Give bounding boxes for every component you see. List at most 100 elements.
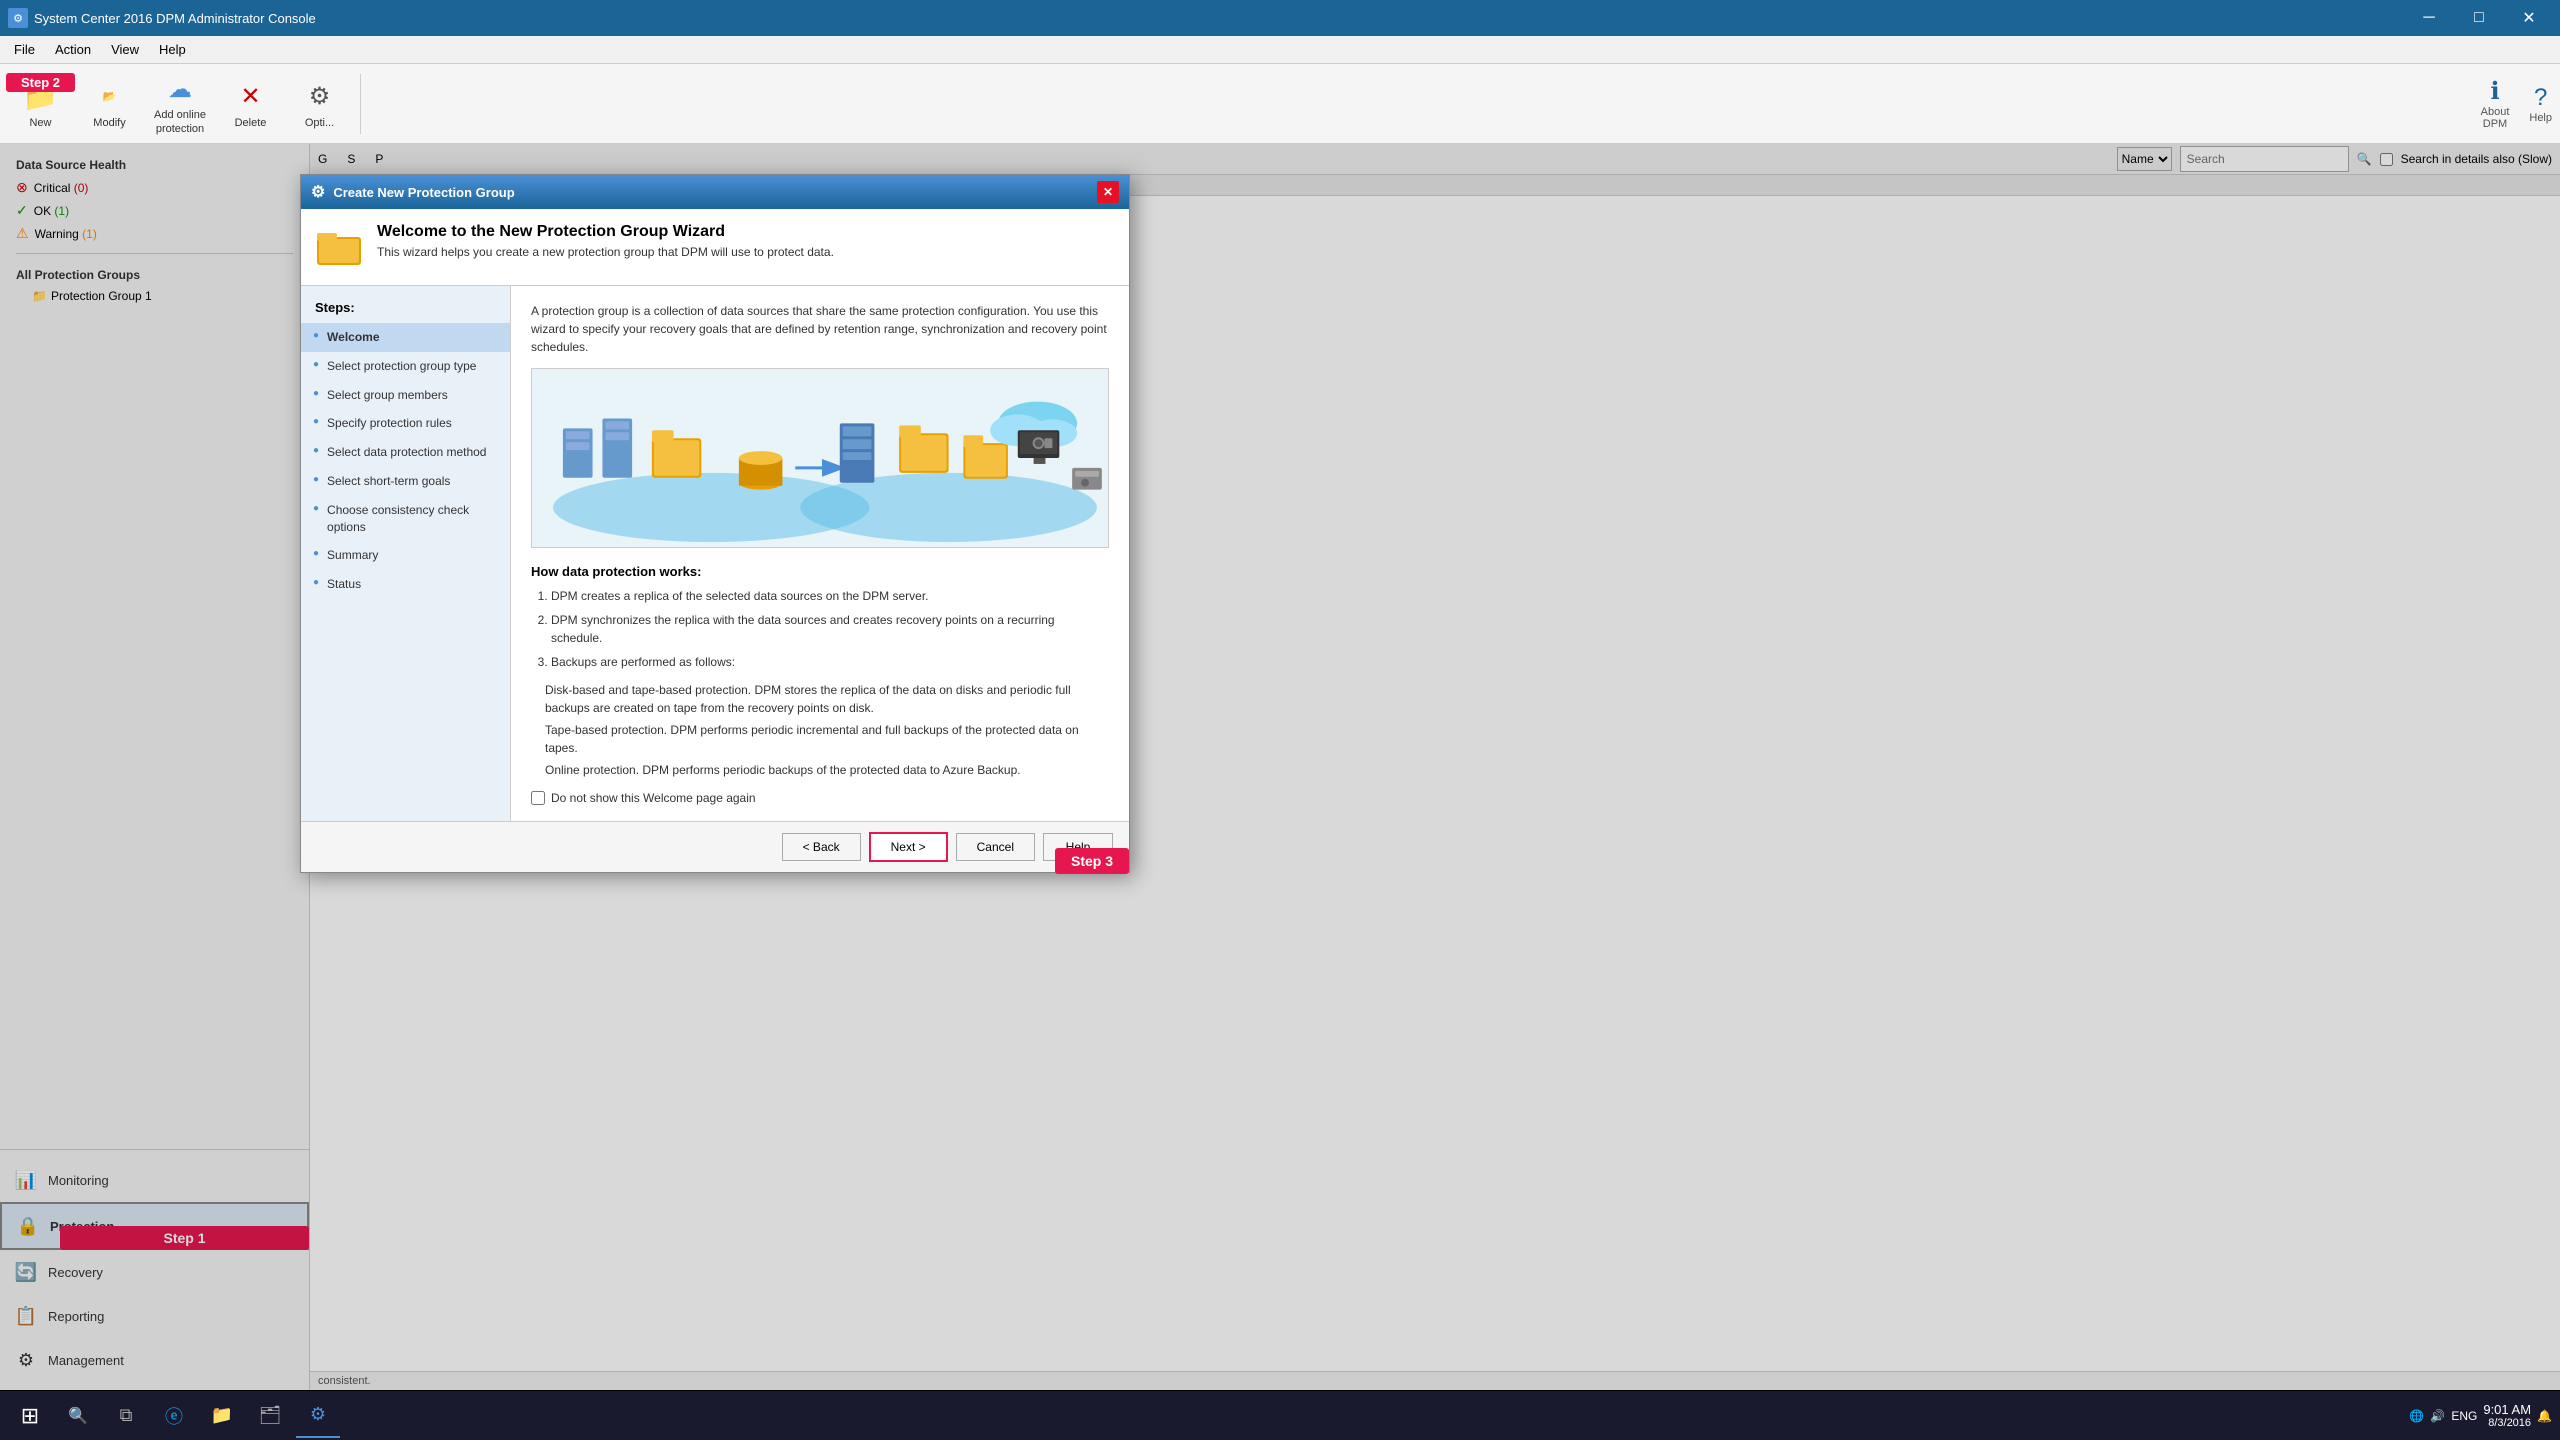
step-select-members[interactable]: ● Select group members [301,381,510,410]
add-online-icon: ☁ [162,71,198,107]
toolbar: 📁 New Step 2 📂 Modify ☁ Add onlineprotec… [0,64,2560,144]
modify-button[interactable]: 📂 Modify [77,75,142,133]
modify-icon: 📂 [92,79,128,115]
create-protection-group-dialog: ⚙ Create New Protection Group ✕ [300,174,1130,873]
taskbar-notification-icon[interactable]: 🔔 [2537,1409,2552,1423]
window-title: System Center 2016 DPM Administrator Con… [34,11,2406,26]
sub-item-2: Tape-based protection. DPM performs peri… [545,721,1109,757]
step2-badge: Step 2 [6,73,75,92]
optimize-icon: ⚙ [302,79,338,115]
taskbar-search-button[interactable]: 🔍 [56,1394,100,1438]
dialog-main-desc: This wizard helps you create a new prote… [377,245,834,259]
add-online-label: Add onlineprotection [154,109,206,135]
taskbar-system-tray: 🌐 🔊 ENG 9:01 AM 8/3/2016 🔔 [2409,1402,2552,1429]
close-button[interactable]: ✕ [2506,0,2552,36]
step-summary[interactable]: ● Summary [301,541,510,570]
no-welcome-checkbox[interactable] [531,791,545,805]
dialog-title-icon: ⚙ [311,182,325,202]
step3-badge: Step 3 [1055,848,1129,874]
delete-button[interactable]: ✕ Delete [218,75,283,133]
step-select-method[interactable]: ● Select data protection method [301,438,510,467]
how-works-list: DPM creates a replica of the selected da… [531,587,1109,671]
step-consistency-bullet: ● [313,503,319,514]
taskbar: ⊞ 🔍 ⧉ ⓔ 📁 🗂 ⚙ 🌐 🔊 ENG 9:01 AM 8/3/2016 🔔 [0,1390,2560,1440]
taskbar-network-icon: 🌐 [2409,1409,2424,1423]
dialog-header-icon [315,223,363,271]
step-select-members-bullet: ● [313,388,319,399]
dialog-title-text: Create New Protection Group [333,185,1097,200]
sub-item-3: Online protection. DPM performs periodic… [545,761,1109,779]
menu-action[interactable]: Action [45,38,101,61]
step-status[interactable]: ● Status [301,570,510,599]
step-specify-rules-bullet: ● [313,416,319,427]
steps-panel: Steps: ● Welcome ● Select protection gro… [301,286,511,821]
step-select-type[interactable]: ● Select protection group type [301,352,510,381]
step-select-type-label: Select protection group type [327,358,498,375]
no-welcome-label: Do not show this Welcome page again [551,791,756,805]
title-bar: ⚙ System Center 2016 DPM Administrator C… [0,0,2560,36]
step-status-label: Status [327,576,498,593]
taskbar-lang: ENG [2451,1409,2477,1423]
how-works-item-3: Backups are performed as follows: [551,653,1109,671]
step-select-method-bullet: ● [313,445,319,456]
taskbar-edge[interactable]: ⓔ [152,1394,196,1438]
step-specify-rules[interactable]: ● Specify protection rules [301,409,510,438]
step-specify-rules-label: Specify protection rules [327,415,498,432]
dialog-overlay: ⚙ Create New Protection Group ✕ [0,144,2560,1390]
app-icon: ⚙ [8,8,28,28]
dialog-close-button[interactable]: ✕ [1097,181,1119,203]
taskbar-time: 9:01 AM 8/3/2016 [2483,1402,2531,1429]
illustration [531,368,1109,548]
content-panel: A protection group is a collection of da… [511,286,1129,821]
menu-help[interactable]: Help [149,38,196,61]
step-welcome-bullet: ● [313,330,319,341]
next-button[interactable]: Next > [869,832,948,862]
step-status-bullet: ● [313,577,319,588]
step-short-term-label: Select short-term goals [327,473,498,490]
window-controls: ─ □ ✕ [2406,0,2552,36]
delete-icon: ✕ [233,79,269,115]
taskbar-dpm-console[interactable]: ⚙ [296,1394,340,1438]
minimize-button[interactable]: ─ [2406,0,2452,36]
dialog-footer: < Back Next > Cancel Help Step 3 [301,821,1129,872]
back-button[interactable]: < Back [782,833,861,861]
start-button[interactable]: ⊞ [8,1394,52,1438]
content-area: Data Source Health ⊗ Critical (0) ✓ OK (… [0,144,2560,1390]
new-btn-wrapper: 📁 New Step 2 [8,75,73,133]
about-dpm[interactable]: ℹ AboutDPM [2481,77,2510,130]
taskbar-file-explorer[interactable]: 📁 [200,1394,244,1438]
taskbar-volume-icon: 🔊 [2430,1409,2445,1423]
how-works-item-1: DPM creates a replica of the selected da… [551,587,1109,605]
optimize-button[interactable]: ⚙ Opti... [287,75,352,133]
dialog-main-title: Welcome to the New Protection Group Wiza… [377,223,834,241]
steps-label: Steps: [301,300,510,323]
step-select-method-label: Select data protection method [327,444,498,461]
help-button[interactable]: ? Help [2529,84,2552,124]
dialog-header-text: Welcome to the New Protection Group Wiza… [377,223,834,259]
taskbar-control-panel[interactable]: 🗂 [248,1394,292,1438]
step-consistency[interactable]: ● Choose consistency check options [301,496,510,542]
step-short-term[interactable]: ● Select short-term goals [301,467,510,496]
checkbox-area: Do not show this Welcome page again [531,791,1109,805]
toolbar-separator [360,74,361,134]
menu-view[interactable]: View [101,38,149,61]
taskbar-task-view[interactable]: ⧉ [104,1394,148,1438]
how-works-item-2: DPM synchronizes the replica with the da… [551,611,1109,647]
dialog-title-bar: ⚙ Create New Protection Group ✕ [301,175,1129,209]
add-online-button[interactable]: ☁ Add onlineprotection [146,67,214,139]
step-select-type-bullet: ● [313,359,319,370]
menu-bar: File Action View Help [0,36,2560,64]
dialog-header: Welcome to the New Protection Group Wiza… [301,209,1129,286]
step-select-members-label: Select group members [327,387,498,404]
dialog-body: Steps: ● Welcome ● Select protection gro… [301,286,1129,821]
toolbar-right: ℹ AboutDPM ? Help [2481,77,2552,130]
menu-file[interactable]: File [4,38,45,61]
maximize-button[interactable]: □ [2456,0,2502,36]
step-welcome-label: Welcome [327,329,498,346]
cancel-button[interactable]: Cancel [956,833,1035,861]
sub-item-1: Disk-based and tape-based protection. DP… [545,681,1109,717]
step-summary-label: Summary [327,547,498,564]
step-welcome[interactable]: ● Welcome [301,323,510,352]
how-works-title: How data protection works: [531,564,1109,579]
intro-text: A protection group is a collection of da… [531,302,1109,356]
